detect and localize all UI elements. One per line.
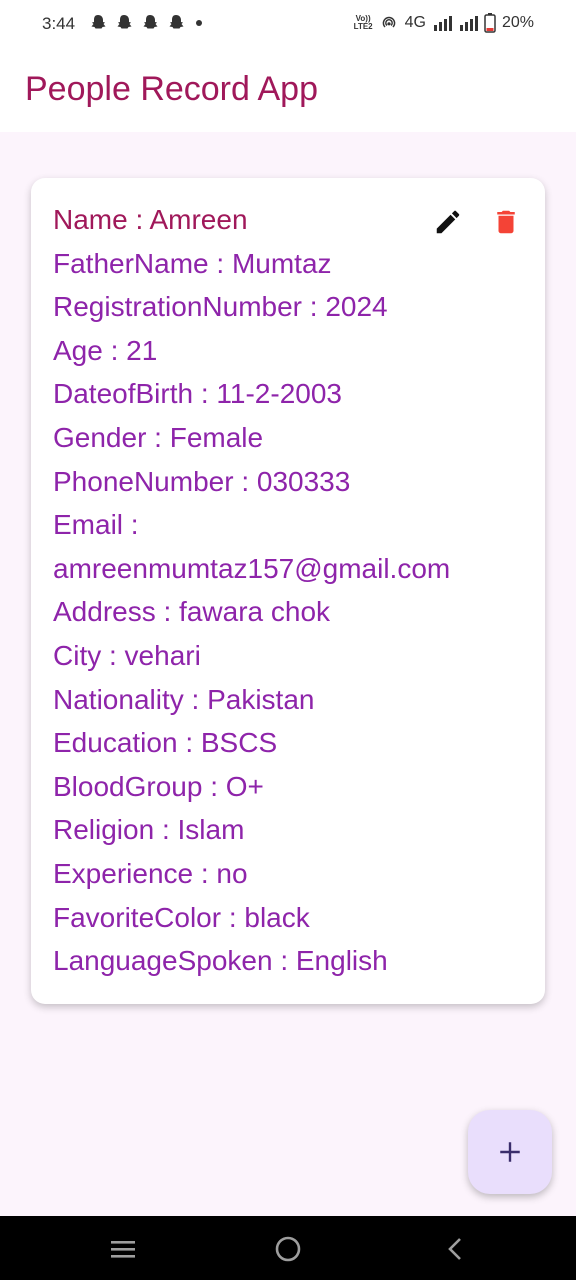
volte-indicator: Vo)) LTE2 xyxy=(354,15,373,31)
snapchat-icon xyxy=(169,15,184,29)
person-record-card[interactable]: Name : Amreen FatherName : Mumtaz Regist… xyxy=(31,178,545,1004)
network-type-label: 4G xyxy=(404,14,426,31)
volte-label-2: LTE2 xyxy=(353,22,373,31)
record-language-spoken: LanguageSpoken : English xyxy=(53,945,388,977)
status-time: 3:44 xyxy=(42,14,76,33)
pencil-icon xyxy=(436,210,460,234)
record-address: Address : fawara chok xyxy=(53,596,331,628)
app-title: People Record App xyxy=(25,70,318,108)
record-religion: Religion : Islam xyxy=(53,814,245,846)
record-nationality: Nationality : Pakistan xyxy=(53,683,315,715)
record-registration-number: RegistrationNumber : 2024 xyxy=(53,291,388,323)
snapchat-icon xyxy=(91,15,106,29)
record-favorite-color: FavoriteColor : black xyxy=(53,901,310,933)
record-father-name: FatherName : Mumtaz xyxy=(53,247,332,279)
system-nav-bar xyxy=(0,1216,576,1280)
recents-button[interactable] xyxy=(108,1234,138,1264)
back-button[interactable] xyxy=(440,1234,470,1264)
system-status-icons: Vo)) LTE2 4G 20% xyxy=(354,13,534,33)
home-icon xyxy=(275,1236,301,1262)
notification-icons xyxy=(88,13,202,33)
trash-icon xyxy=(497,210,515,234)
delete-button[interactable] xyxy=(489,205,523,239)
record-date-of-birth: DateofBirth : 11-2-2003 xyxy=(53,378,342,410)
record-gender: Gender : Female xyxy=(53,421,264,453)
record-phone-number: PhoneNumber : 030333 xyxy=(53,465,351,497)
signal-icon xyxy=(433,16,452,31)
snapchat-icon xyxy=(117,15,132,29)
record-experience: Experience : no xyxy=(53,857,248,889)
battery-icon xyxy=(484,13,496,33)
home-button[interactable] xyxy=(273,1234,303,1264)
hotspot-icon xyxy=(382,16,395,28)
record-field-list: Name : Amreen FatherName : Mumtaz Regist… xyxy=(53,198,523,983)
snapchat-icon xyxy=(143,15,158,29)
app-bar: People Record App xyxy=(0,50,576,132)
record-email-value: amreenmumtaz157@gmail.com xyxy=(53,552,451,584)
plus-icon xyxy=(500,1142,520,1162)
record-city: City : vehari xyxy=(53,639,201,671)
record-age: Age : 21 xyxy=(53,334,158,366)
status-bar: 3:44 Vo)) LTE2 4G 20% xyxy=(0,0,576,50)
record-education: Education : BSCS xyxy=(53,727,278,759)
signal-icon-2 xyxy=(459,16,478,31)
back-icon xyxy=(448,1238,461,1260)
dot-icon xyxy=(196,20,202,26)
record-blood-group: BloodGroup : O+ xyxy=(53,770,264,802)
add-record-button[interactable] xyxy=(468,1110,552,1194)
record-email-label: Email : xyxy=(53,509,139,541)
battery-percent: 20% xyxy=(501,14,534,31)
edit-button[interactable] xyxy=(431,205,465,239)
menu-icon xyxy=(111,1241,135,1258)
